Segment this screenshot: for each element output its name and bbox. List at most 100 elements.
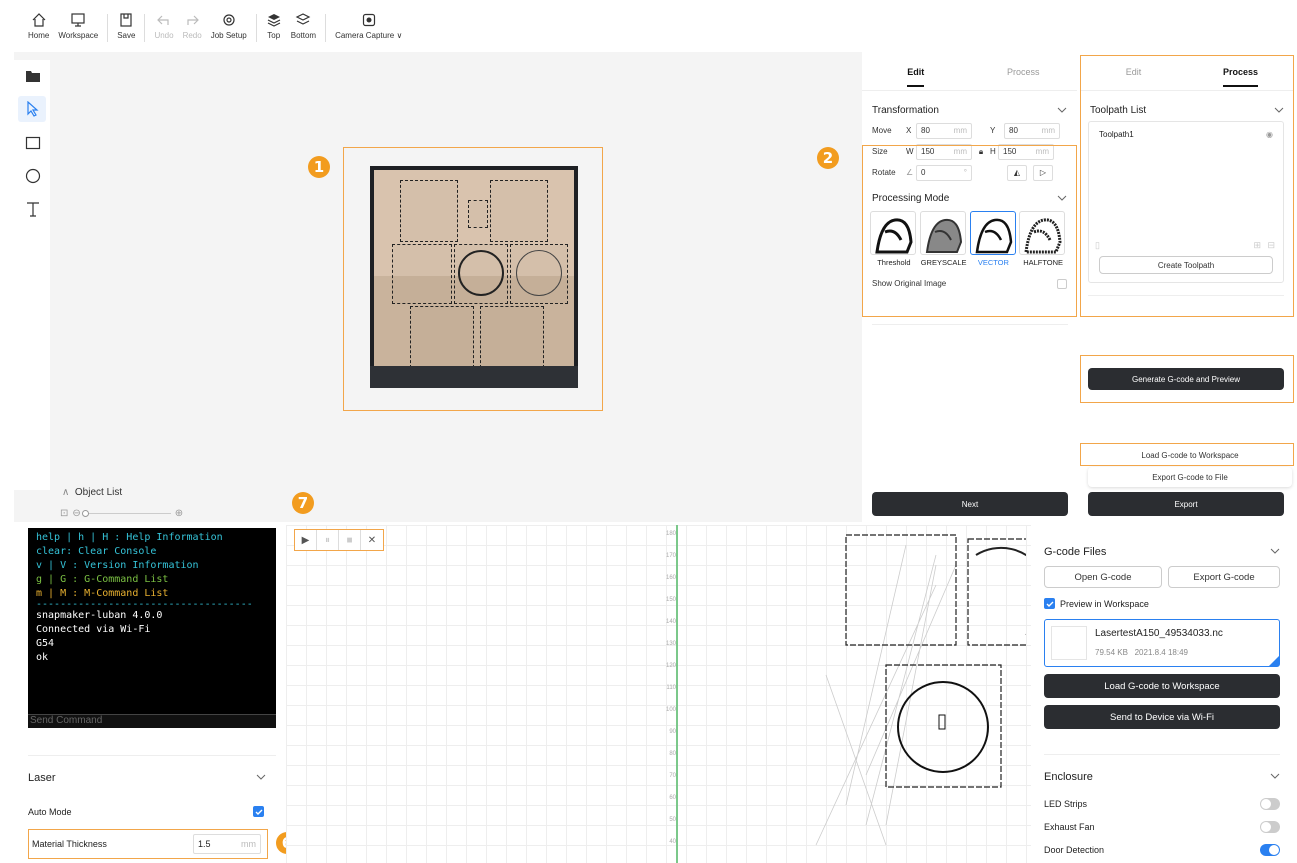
play-icon[interactable]: ▶ <box>295 530 317 550</box>
preview-label: Preview in Workspace <box>1060 598 1149 609</box>
gear-icon <box>223 14 235 26</box>
transformation-header[interactable]: Transformation <box>862 100 1077 120</box>
axis-tick-label: 80 <box>669 751 676 757</box>
cut-piece <box>400 180 458 242</box>
move-y-input[interactable]: 80 mm <box>1004 122 1060 139</box>
y-axis-ticks: 180 170 160 150 140 130 120 110 100 90 80 70 60 50 40 <box>658 525 676 863</box>
gcode-files-header[interactable]: G-code Files <box>1044 546 1280 558</box>
material-thickness-row: Material Thickness 1.5 mm <box>28 829 268 859</box>
export-gcode-button[interactable]: Export G-code <box>1168 566 1280 588</box>
console-line: snapmaker-luban 4.0.0 <box>36 610 163 621</box>
door-detection-label: Door Detection <box>1044 845 1105 855</box>
zoom-in-icon[interactable]: ⊕ <box>175 508 183 519</box>
console-line: help | h | H : Help Information <box>36 532 223 543</box>
save-button[interactable]: Save <box>117 12 135 40</box>
exhaust-fan-toggle[interactable] <box>1260 821 1280 833</box>
cut-piece <box>468 200 488 228</box>
material-thickness-input[interactable]: 1.5 mm <box>193 834 261 854</box>
chevron-up-icon: ∧ <box>62 487 70 498</box>
object-list-label: Object List <box>74 487 123 498</box>
close-icon[interactable]: ✕ <box>361 530 383 550</box>
move-x-input[interactable]: 80 mm <box>916 122 972 139</box>
camera-capture-label: Camera Capture ∨ <box>335 31 402 40</box>
camera-image[interactable] <box>370 166 578 388</box>
axis-tick-label: 100 <box>665 707 676 713</box>
laser-header[interactable]: Laser <box>28 772 266 784</box>
tab-process[interactable]: Process <box>970 55 1078 90</box>
door-detection-toggle[interactable] <box>1260 844 1280 856</box>
workspace-button[interactable]: Workspace <box>58 12 98 40</box>
chevron-down-icon <box>1270 773 1280 779</box>
axis-tick-label: 50 <box>669 817 676 823</box>
cut-piece <box>490 180 548 242</box>
cut-piece <box>410 306 474 368</box>
zoom-slider[interactable] <box>81 510 171 517</box>
divider <box>872 324 1068 325</box>
send-command-input[interactable]: Send Command <box>28 714 276 728</box>
enclosure-header[interactable]: Enclosure <box>1044 771 1280 783</box>
undo-button[interactable]: Undo <box>154 12 174 40</box>
job-setup-button[interactable]: Job Setup <box>211 12 247 40</box>
exhaust-fan-row: Exhaust Fan <box>1044 821 1280 833</box>
preview-checkbox[interactable] <box>1044 598 1055 609</box>
file-name: LasertestA150_49534033.nc <box>1095 628 1223 639</box>
file-meta: 79.54 KB 2021.8.4 18:49 <box>1095 648 1188 657</box>
gcode-toolpath-preview <box>815 534 1026 846</box>
load-gcode-button[interactable]: Load G-code to Workspace <box>1044 674 1280 698</box>
led-strips-toggle[interactable] <box>1260 798 1280 810</box>
stop-icon[interactable]: ■ <box>339 530 361 550</box>
export-gcode-file-button[interactable]: Export G-code to File <box>1088 467 1292 487</box>
led-strips-label: LED Strips <box>1044 799 1088 809</box>
console-line: v | V : Version Information <box>36 560 199 571</box>
highlight-toolpath <box>1080 55 1294 317</box>
export-button[interactable]: Export <box>1088 492 1284 516</box>
door-detection-row: Door Detection <box>1044 844 1280 856</box>
cursor-icon[interactable] <box>25 101 41 117</box>
top-view-label: Top <box>267 31 281 40</box>
console-output[interactable]: help | h | H : Help Information clear: C… <box>28 528 276 728</box>
next-button[interactable]: Next <box>872 492 1068 516</box>
gcode-files-panel: G-code Files Open G-code Export G-code P… <box>1034 528 1294 863</box>
pause-icon[interactable]: ⏸︎ <box>317 530 339 550</box>
highlight-load-gcode <box>1080 443 1294 466</box>
send-wifi-button[interactable]: Send to Device via Wi-Fi <box>1044 705 1280 729</box>
gcode-file-item[interactable]: LasertestA150_49534033.nc 79.54 KB 2021.… <box>1044 619 1280 667</box>
unit: mm <box>953 126 967 135</box>
text-icon[interactable] <box>25 201 41 217</box>
object-list-toggle[interactable]: ∧ Object List <box>62 487 122 498</box>
console-line: ok <box>36 652 49 663</box>
tab-edit[interactable]: Edit <box>862 55 970 90</box>
redo-button[interactable]: Redo <box>183 12 202 40</box>
check-icon <box>255 809 262 815</box>
gcode-files-title: G-code Files <box>1044 546 1107 558</box>
tab-edit-label: Edit <box>907 67 925 87</box>
folder-icon[interactable] <box>25 68 41 84</box>
axis-tick-label: 140 <box>665 619 676 625</box>
bottom-view-button[interactable]: Bottom <box>291 12 316 40</box>
save-icon <box>120 13 132 27</box>
file-date: 2021.8.4 18:49 <box>1134 648 1188 657</box>
gcode-preview-canvas[interactable]: ▶ ⏸︎ ■ ✕ 180 170 160 150 140 130 120 110 100 90 80… <box>286 525 1031 863</box>
camera-capture-button[interactable]: Camera Capture ∨ <box>335 12 402 40</box>
open-gcode-button[interactable]: Open G-code <box>1044 566 1162 588</box>
highlight-edit-settings <box>862 145 1077 317</box>
toolbar-divider <box>144 14 146 42</box>
console-line: clear: Clear Console <box>36 546 157 557</box>
callout-badge-2: 2 <box>817 147 839 169</box>
redo-label: Redo <box>182 31 202 40</box>
top-view-button[interactable]: Top <box>266 12 282 40</box>
chevron-down-icon: ∨ <box>396 31 403 40</box>
auto-mode-checkbox[interactable] <box>253 806 264 817</box>
camera-icon <box>362 13 375 27</box>
zoom-out-icon[interactable]: ⊖ <box>72 508 80 519</box>
unit: mm <box>1041 126 1055 135</box>
preview-in-workspace-row: Preview in Workspace <box>1044 598 1149 609</box>
axis-tick-label: 130 <box>665 641 676 647</box>
home-button[interactable]: Home <box>28 12 49 40</box>
zoom-controls: ⊡ ⊖ ⊕ <box>60 508 183 519</box>
ellipse-icon[interactable] <box>25 168 41 184</box>
chevron-down-icon <box>1270 548 1280 554</box>
toolbar-divider <box>107 14 109 42</box>
fit-view-icon[interactable]: ⊡ <box>60 508 68 519</box>
rectangle-icon[interactable] <box>25 135 41 151</box>
